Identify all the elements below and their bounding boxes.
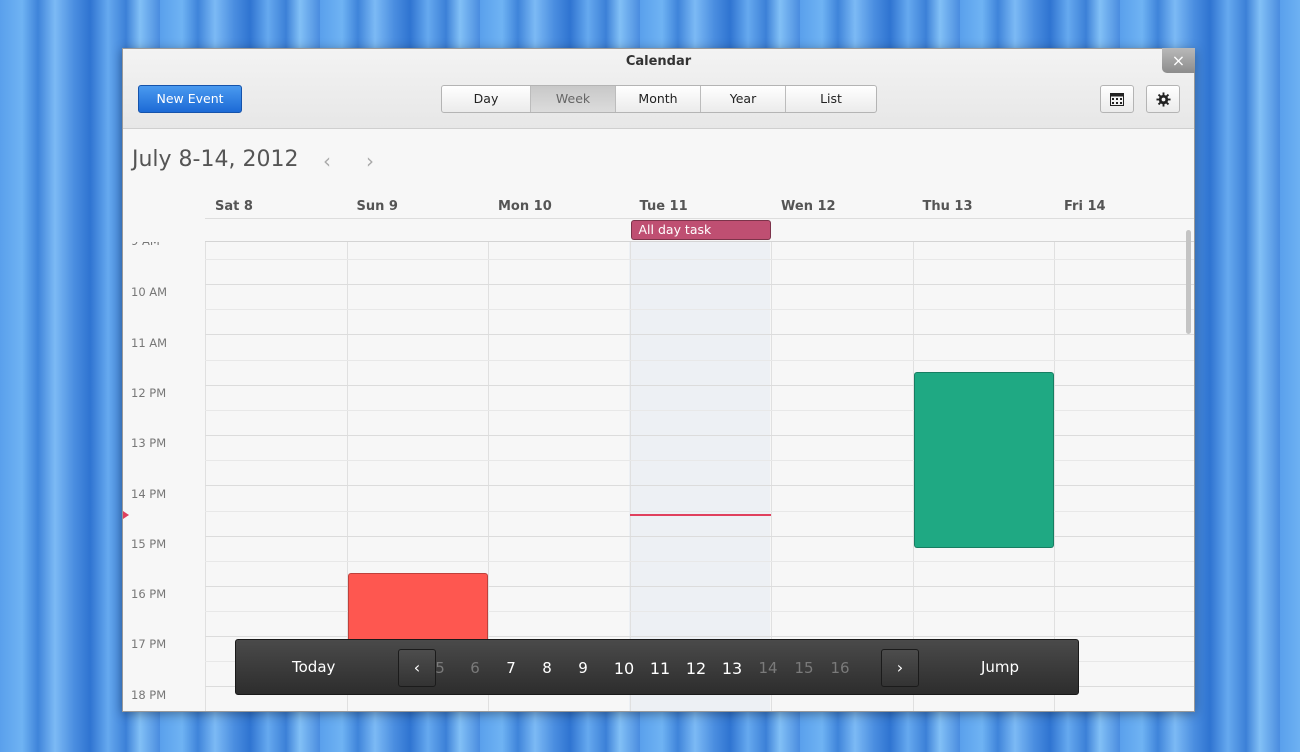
next-week-button[interactable]: › [366,149,374,173]
calendar-list-button[interactable] [1100,85,1134,113]
day-header[interactable]: Sun 9 [357,199,398,214]
date-navigation-bar: Today ‹ 5 6 7 8 9 10 11 12 13 14 15 16 › Jump [235,639,1079,695]
date-range-title: July 8-14, 2012 [132,147,299,172]
day-header[interactable]: Mon 10 [498,199,552,214]
hour-label: 13 PM [131,436,167,451]
day-strip-item[interactable]: 14 [753,659,783,677]
hour-line [205,284,1194,285]
day-strip-item[interactable]: 16 [825,659,855,677]
hour-label: 16 PM [131,587,167,602]
title-bar: Calendar New Event Day Week Month Year L… [123,49,1194,129]
chevron-right-icon: › [896,658,904,677]
half-hour-line [205,560,1194,562]
hour-label: 14 PM [131,486,167,501]
day-strip-item[interactable]: 7 [496,659,526,677]
day-strip-item[interactable]: 6 [460,659,490,677]
jump-button[interactable]: Jump [981,658,1019,676]
day-strip-item[interactable]: 12 [681,659,711,678]
bar-next-button[interactable]: › [881,649,919,687]
close-button[interactable]: × [1162,48,1195,73]
today-button[interactable]: Today [292,658,335,676]
hour-label: 12 PM [131,385,167,400]
window-title: Calendar [625,54,692,69]
half-hour-line [205,259,1194,260]
hour-label: 18 PM [131,687,167,702]
vertical-scrollbar[interactable] [1186,230,1191,334]
day-header[interactable]: Fri 14 [1064,199,1106,214]
day-header[interactable]: Wen 12 [781,199,836,214]
day-header[interactable]: Thu 13 [923,199,973,214]
gear-icon [1155,91,1171,107]
view-switcher: Day Week Month Year List [441,85,877,113]
tab-list[interactable]: List [786,86,876,112]
new-event-button[interactable]: New Event [138,85,242,113]
tab-year[interactable]: Year [701,86,786,112]
hour-label: 9 AM [131,242,160,248]
current-time-marker-icon [123,511,129,520]
hour-label: 17 PM [131,637,167,652]
previous-week-button[interactable]: ‹ [323,149,331,173]
half-hour-line [205,309,1194,311]
all-day-event[interactable]: All day task [630,220,771,240]
day-strip-item[interactable]: 8 [532,659,562,677]
day-strip-item[interactable]: 10 [609,659,639,678]
current-time-line [629,514,771,517]
settings-button[interactable] [1146,85,1180,113]
tab-day[interactable]: Day [442,86,531,112]
calendar-event[interactable] [913,371,1054,548]
day-strip-item[interactable]: 9 [568,659,598,677]
day-strip-item[interactable]: 5 [425,659,455,677]
day-header[interactable]: Tue 11 [640,199,688,214]
day-strip-item[interactable]: 11 [645,659,675,678]
tab-week[interactable]: Week [531,86,616,112]
day-strip-item[interactable]: 13 [717,659,747,678]
hour-label: 11 AM [131,335,168,350]
hour-label: 15 PM [131,536,167,551]
calendar-grid-icon [1110,92,1124,106]
calendar-window: Calendar New Event Day Week Month Year L… [122,48,1195,712]
chevron-left-icon: ‹ [413,658,421,677]
day-header[interactable]: Sat 8 [215,199,253,214]
half-hour-line [205,359,1194,361]
hour-label: 10 AM [131,285,168,300]
hour-line [205,334,1194,336]
tab-month[interactable]: Month [616,86,701,112]
column-divider [205,242,206,711]
day-strip-item[interactable]: 15 [789,659,819,677]
